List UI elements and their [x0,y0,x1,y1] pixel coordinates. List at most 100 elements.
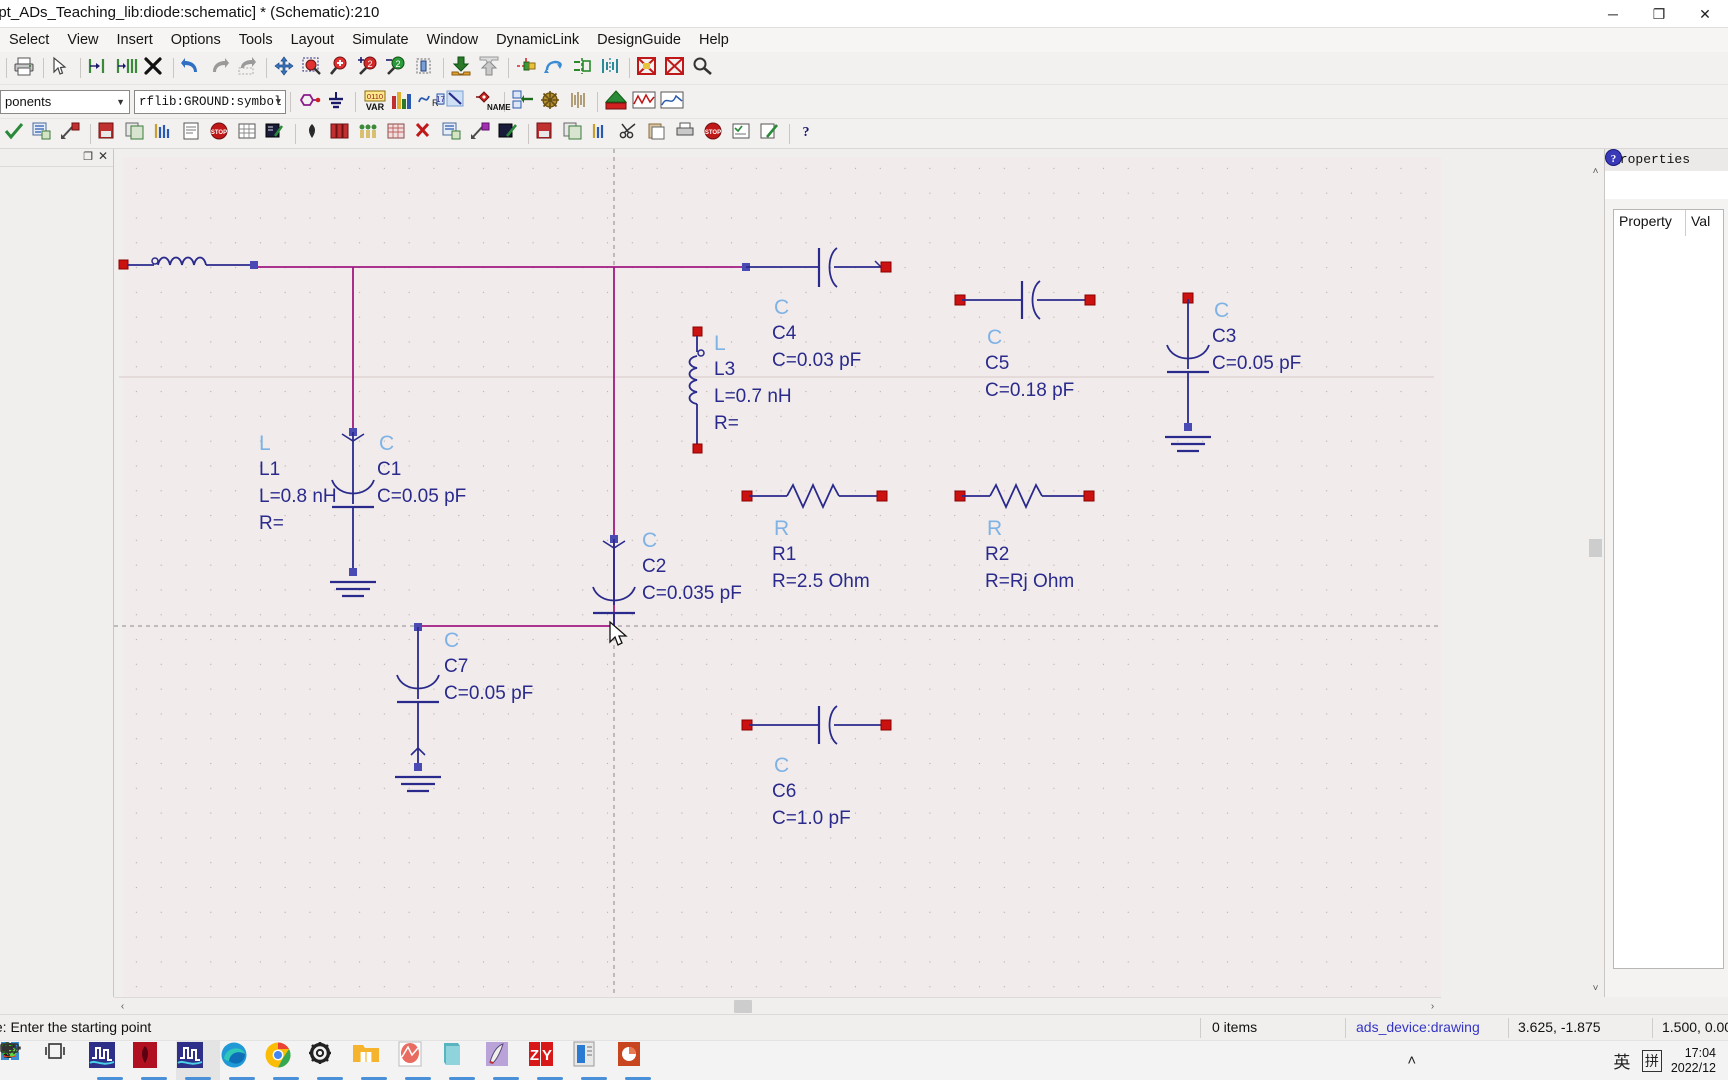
taskbar-ads-schematic[interactable] [176,1040,220,1080]
symbol-combo[interactable]: rflib:GROUND:symbol ▼ [134,89,286,114]
component-library-icon[interactable] [31,121,57,147]
var-equation-icon[interactable]: 0110 VAR [361,89,387,115]
component-C5[interactable] [952,271,1152,341]
help-icon[interactable]: ? [1605,149,1622,166]
component-C4[interactable] [739,239,939,309]
component-C1[interactable] [294,424,434,634]
mirror-vertical-icon[interactable] [598,55,624,81]
notes-icon[interactable] [180,121,206,147]
clear-data-icon[interactable] [413,121,439,147]
hierarchy-icon[interactable] [510,89,536,115]
vertical-scrollbar[interactable]: ˄ ˅ [1587,149,1604,997]
taskbar-matlab-icon[interactable] [396,1041,440,1080]
qq-icon[interactable] [2,1041,1487,1080]
vscroll-thumb[interactable] [1589,539,1602,557]
copy-schematic-icon[interactable] [562,121,588,147]
scroll-right-icon[interactable]: › [1424,998,1441,1015]
simulate-run-icon[interactable] [603,89,629,115]
data-display-icon[interactable] [389,89,415,115]
component-C3[interactable] [1129,289,1269,489]
taskbar-chrome-icon[interactable] [264,1041,308,1080]
zoom-2x-out-icon[interactable]: 2 [384,55,410,81]
push-into-icon[interactable] [449,55,475,81]
taskbar-reader-icon[interactable] [572,1041,616,1080]
menu-help[interactable]: Help [690,30,738,50]
taskbar-zy-icon[interactable]: Z Y [528,1041,572,1080]
component-R2[interactable] [952,474,1152,524]
yield-icon[interactable] [329,121,355,147]
taskbar-ads-main[interactable] [88,1041,132,1080]
zoom-in-icon[interactable] [328,55,354,81]
validate-icon[interactable] [758,121,784,147]
deactivate-icon[interactable] [635,55,661,81]
task-view-button[interactable] [44,1041,88,1080]
zoom-2x-in-icon[interactable]: 2 [356,55,382,81]
scroll-up-icon[interactable]: ˄ [1587,163,1604,180]
insert-single-icon[interactable] [86,55,112,81]
taskbar-edge-icon[interactable] [220,1041,264,1080]
hscroll-thumb[interactable] [734,1000,752,1013]
battery-icon[interactable] [0,1041,1577,1080]
library-combo[interactable]: ponents ▼ [0,89,130,114]
tuning-icon[interactable] [566,89,592,115]
menu-insert[interactable]: Insert [107,30,161,50]
taskbar-app-red[interactable] [132,1041,176,1080]
select-arrow-icon[interactable] [49,55,75,81]
new-schematic-icon[interactable] [534,121,560,147]
wechat-icon[interactable] [0,1041,1517,1080]
wire-name-icon[interactable]: NAME [473,89,511,115]
checklist-icon[interactable] [730,121,756,147]
component-C7[interactable] [359,619,499,829]
properties-grid[interactable]: Property Val [1613,209,1724,969]
print-preview-icon[interactable] [674,121,700,147]
pop-out-icon[interactable] [477,55,503,81]
sweep-icon[interactable]: R= 17 [417,89,445,115]
insert-multiple-icon[interactable] [114,55,140,81]
volume-icon[interactable] [2,1041,1607,1080]
redo-icon[interactable] [207,55,233,81]
scissors-icon[interactable] [618,121,644,147]
measure-icon[interactable] [691,55,717,81]
menu-window[interactable]: Window [418,30,488,50]
menu-options[interactable]: Options [162,30,230,50]
data-display-open-icon[interactable] [659,89,685,115]
copy-design-icon[interactable] [124,121,150,147]
component-R1[interactable] [739,474,939,524]
pin-icon[interactable]: ❐ [83,150,93,163]
tray-chevron-icon[interactable]: ˄ [1397,1041,1427,1080]
insert-ground-icon[interactable] [324,89,350,115]
paste-icon[interactable] [646,121,672,147]
wire-icon[interactable] [445,89,471,115]
maximize-button[interactable]: ❐ [1636,0,1682,28]
taskbar-powerpoint-icon[interactable] [616,1041,660,1080]
sweep-plan-icon[interactable] [152,121,178,147]
menu-view[interactable]: View [58,30,107,50]
taskbar-notebook-icon[interactable] [440,1041,484,1080]
close-button[interactable]: ✕ [1682,0,1728,28]
verify-icon[interactable] [497,121,523,147]
menu-tools[interactable]: Tools [230,30,282,50]
push-down-icon[interactable] [59,121,85,147]
schematic-canvas[interactable]: L L1 L=0.8 nH R= C C1 C=0.05 pF C C2 C=0… [114,149,1441,997]
simulation-settings-icon[interactable] [538,89,564,115]
mirror-horizontal-icon[interactable] [570,55,596,81]
menu-select[interactable]: Select [0,30,58,50]
rotate-icon[interactable] [542,55,568,81]
grid-table-icon[interactable] [236,121,262,147]
menu-dynamiclink[interactable]: DynamicLink [487,30,588,50]
activate-icon[interactable] [663,55,689,81]
zoom-selection-icon[interactable] [412,55,438,81]
taskbar-file-explorer-icon[interactable] [352,1041,396,1080]
montecarlo-icon[interactable] [357,121,383,147]
new-design-icon[interactable] [96,121,122,147]
taskbar-paint-icon[interactable] [484,1041,528,1080]
insert-port-icon[interactable] [296,89,322,115]
param-sweep-icon[interactable] [590,121,616,147]
redo-region-icon[interactable] [235,55,261,81]
scroll-down-icon[interactable]: ˅ [1587,980,1604,997]
dataset-icon[interactable] [385,121,411,147]
component-L1[interactable] [114,245,474,305]
help-icon[interactable]: ? [795,121,821,147]
close-icon[interactable]: ✕ [98,149,108,163]
ime-language-indicator[interactable]: 英 [1607,1041,1637,1080]
